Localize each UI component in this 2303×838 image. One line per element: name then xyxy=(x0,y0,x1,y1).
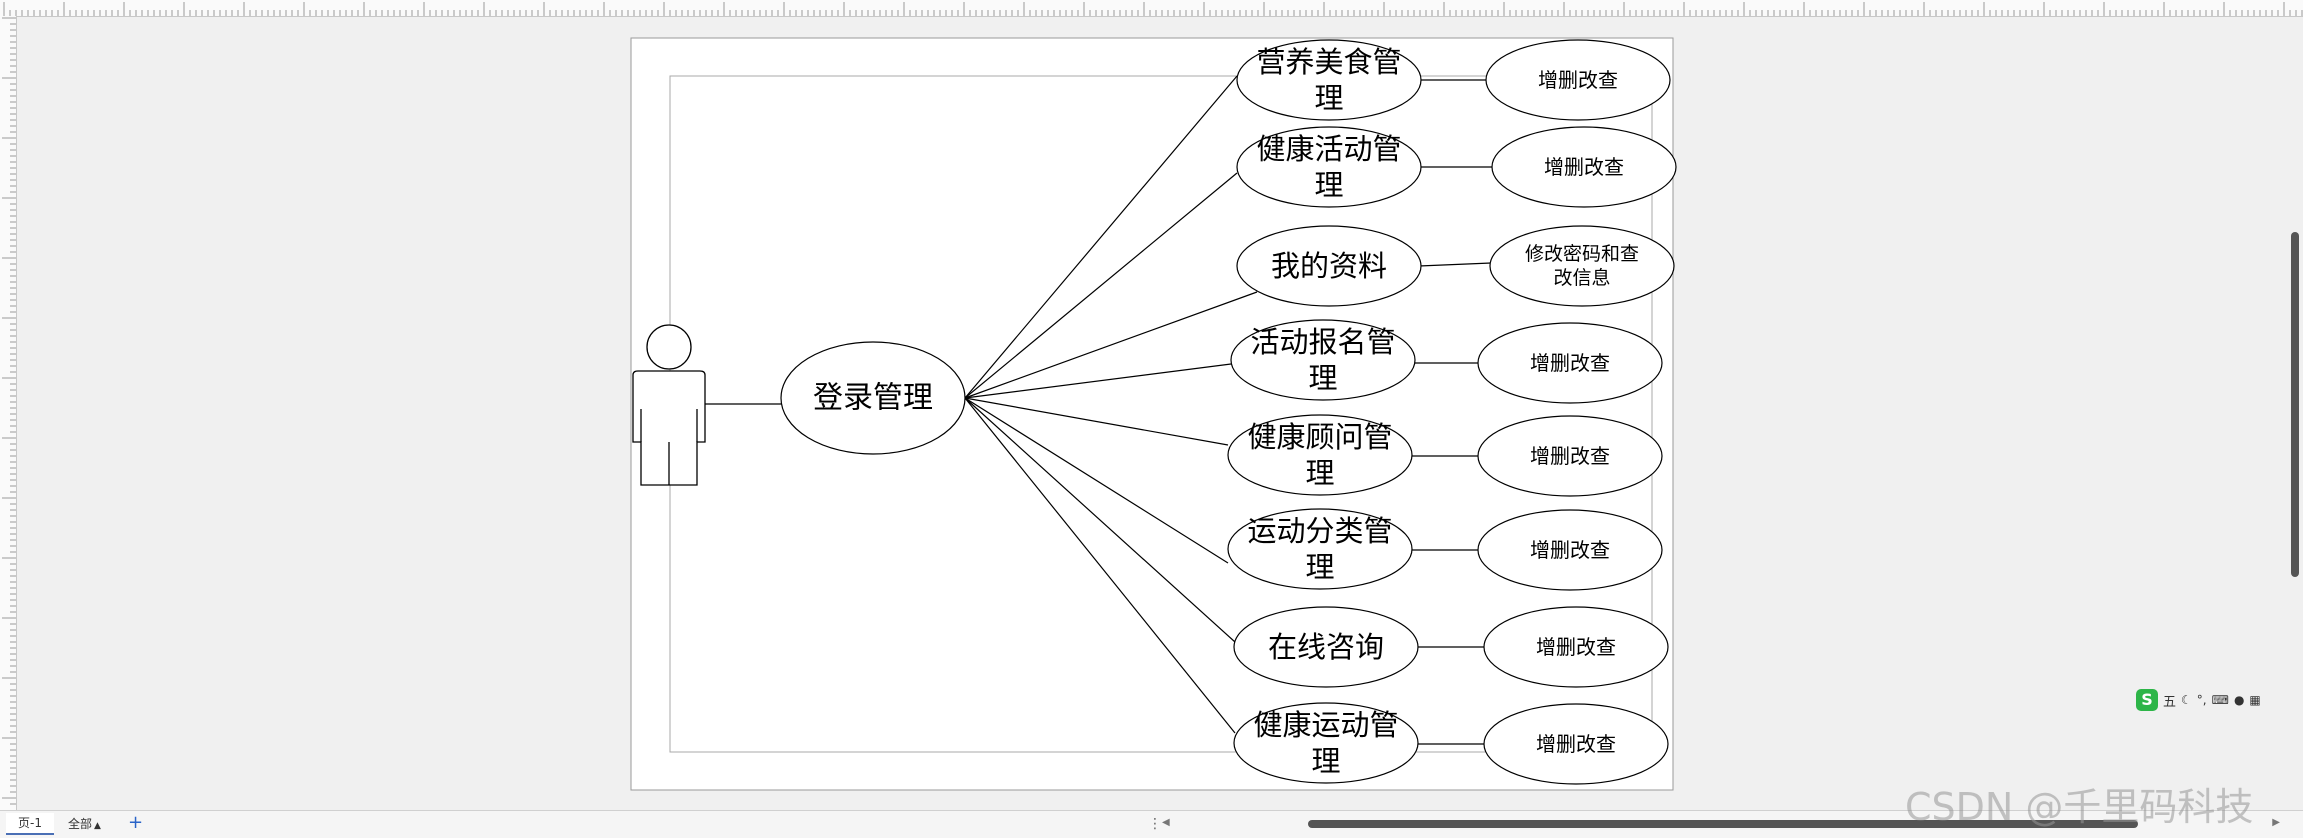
use-case-action-label: 增删改查 xyxy=(1538,68,1618,92)
use-case-module[interactable]: 健康运动管理 xyxy=(1233,702,1419,784)
use-case-module[interactable]: 运动分类管理 xyxy=(1227,508,1413,590)
use-case-action[interactable]: 增删改查 xyxy=(1483,703,1669,785)
use-case-module-label: 健康活动管 xyxy=(1256,132,1401,166)
moon-icon[interactable]: ☾ xyxy=(2181,693,2192,707)
use-case-action-label: 修改密码和查 xyxy=(1525,243,1639,265)
scroll-right-arrow-icon[interactable]: ▶ xyxy=(2272,817,2280,828)
use-case-action-label: 增删改查 xyxy=(1536,635,1616,659)
watermark-text: CSDN @千里码科技 xyxy=(1905,785,2254,829)
use-case-action-label: 增删改查 xyxy=(1544,155,1624,179)
use-case-module[interactable]: 营养美食管理 xyxy=(1236,39,1422,121)
use-case-module-label: 运动分类管 xyxy=(1247,514,1392,548)
use-case-module-label: 理 xyxy=(1311,744,1340,778)
plus-icon[interactable]: + xyxy=(128,813,143,833)
use-case-module-label: 理 xyxy=(1305,456,1334,490)
ruler-left xyxy=(0,16,17,810)
use-case-login-label: 登录管理 xyxy=(813,381,933,416)
tab-all-label: 全部 xyxy=(68,817,93,831)
tab-page-1[interactable]: 页-1 xyxy=(6,813,54,835)
use-case-module[interactable]: 活动报名管理 xyxy=(1230,319,1416,401)
ruler-top xyxy=(0,0,2303,17)
use-case-module-label: 理 xyxy=(1314,81,1343,115)
ime-toolbar: S 五 ☾ °, ⌨ ● ▦ xyxy=(2136,688,2261,712)
keyboard-icon[interactable]: ⌨ xyxy=(2212,693,2229,707)
use-case-module-label: 健康运动管 xyxy=(1253,708,1398,742)
use-case-module-label: 健康顾问管 xyxy=(1247,420,1392,454)
use-case-module-label: 在线咨询 xyxy=(1268,630,1384,664)
use-case-action[interactable]: 增删改查 xyxy=(1477,415,1663,497)
use-case-action-label: 改信息 xyxy=(1553,267,1610,289)
use-case-module-label: 理 xyxy=(1308,361,1337,395)
user-icon[interactable]: ● xyxy=(2234,693,2244,707)
use-case-module[interactable]: 健康顾问管理 xyxy=(1227,414,1413,496)
use-case-diagram[interactable]: 登录管理营养美食管理增删改查健康活动管理增删改查我的资料 修改密码和查改信息活动报… xyxy=(17,17,2287,810)
use-case-module-label: 我的资料 xyxy=(1271,249,1387,283)
actor-head xyxy=(646,324,692,370)
vertical-scrollbar[interactable] xyxy=(2287,17,2303,810)
caret-up-icon: ▲ xyxy=(94,821,101,831)
use-case-login[interactable]: 登录管理 xyxy=(780,341,966,455)
punctuation-icon[interactable]: °, xyxy=(2197,693,2207,707)
use-case-action[interactable]: 增删改查 xyxy=(1477,509,1663,591)
use-case-action-label: 增删改查 xyxy=(1530,538,1610,562)
vertical-scroll-thumb[interactable] xyxy=(2291,232,2299,577)
scroll-left-arrow-icon[interactable]: ◀ xyxy=(1162,817,1170,828)
use-case-action-label: 增删改查 xyxy=(1530,351,1610,375)
use-case-module-label: 活动报名管 xyxy=(1250,325,1395,359)
use-case-action[interactable]: 修改密码和查改信息 xyxy=(1489,225,1675,307)
use-case-module[interactable]: 在线咨询 xyxy=(1233,606,1419,688)
use-case-module[interactable]: 健康活动管理 xyxy=(1236,126,1422,208)
use-case-module-label: 理 xyxy=(1314,168,1343,202)
ime-logo-icon[interactable]: S xyxy=(2136,689,2158,711)
use-case-module[interactable]: 我的资料 xyxy=(1236,225,1422,307)
use-case-action[interactable]: 增删改查 xyxy=(1491,126,1677,208)
ime-mode-label[interactable]: 五 xyxy=(2163,691,2176,710)
use-case-action[interactable]: 增删改查 xyxy=(1483,606,1669,688)
use-case-module-label: 营养美食管 xyxy=(1256,45,1401,79)
drawing-canvas[interactable]: 登录管理 营养美食管理增删改查 健康活动管理增删改查 我的资料 修改密码和查 改信息 活动报… xyxy=(17,17,2287,810)
tab-all-pages[interactable]: 全部 ▲ xyxy=(68,815,101,833)
use-case-action[interactable]: 增删改查 xyxy=(1485,39,1671,121)
use-case-module-label: 理 xyxy=(1305,550,1334,584)
use-case-action-label: 增删改查 xyxy=(1530,444,1610,468)
use-case-action-label: 增删改查 xyxy=(1536,732,1616,756)
grid-icon[interactable]: ▦ xyxy=(2249,693,2260,707)
use-case-action[interactable]: 增删改查 xyxy=(1477,322,1663,404)
